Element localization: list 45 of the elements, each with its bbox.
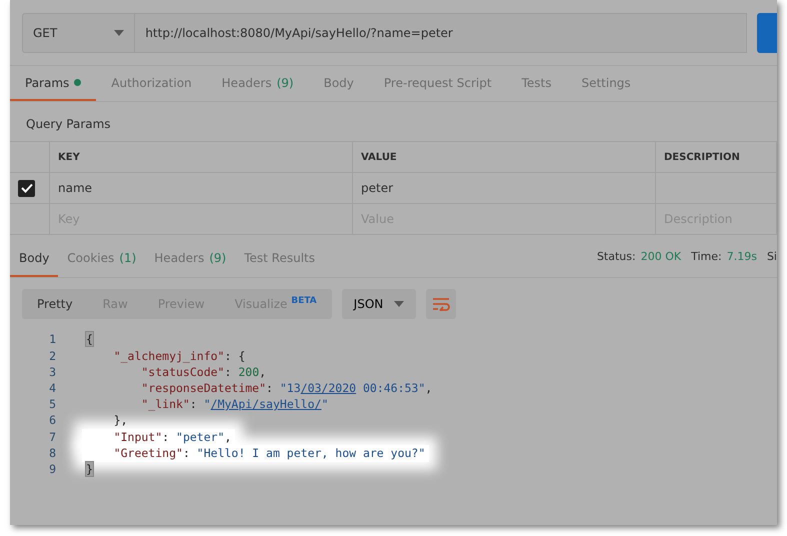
wrap-lines-button[interactable] xyxy=(426,289,456,319)
line-number: 7 xyxy=(48,428,56,446)
line-number: 2 xyxy=(48,348,56,365)
status-value: 7.19s xyxy=(726,249,757,265)
status-label: Time: xyxy=(691,249,722,265)
tab[interactable]: Test Results xyxy=(235,241,324,277)
caret-icon xyxy=(394,301,404,307)
format-dropdown[interactable]: JSON xyxy=(342,289,416,319)
method-dropdown[interactable]: GET xyxy=(22,13,134,53)
tab[interactable]: Headers (9) xyxy=(145,241,236,277)
tab[interactable]: Cookies (1) xyxy=(58,241,146,277)
column-header: VALUE xyxy=(353,142,656,173)
line-number: 4 xyxy=(48,380,56,398)
status-label: Status: xyxy=(596,249,636,265)
url-field[interactable]: http://localhost:8080/MyApi/sayHello/?name=peter xyxy=(134,13,748,53)
table-cell: peter xyxy=(353,173,656,204)
tab[interactable]: Pre-request Script xyxy=(368,66,507,101)
code-line: "_alchemyj_info": { xyxy=(112,348,246,365)
line-number: 9 xyxy=(48,460,56,478)
tab[interactable]: Headers (9) xyxy=(206,66,309,101)
tab[interactable]: Body xyxy=(10,241,58,277)
line-number: 6 xyxy=(48,412,56,430)
checkbox[interactable] xyxy=(18,180,35,196)
line-number: 3 xyxy=(48,364,56,381)
caret-icon xyxy=(114,30,124,36)
tab[interactable]: Tests xyxy=(506,66,566,101)
column-header: KEY xyxy=(50,142,353,173)
table-cell: name xyxy=(50,173,353,204)
status-label: Si xyxy=(766,249,777,265)
column-header: DESCRIPTION xyxy=(656,142,777,173)
code-line: "_link": "/MyApi/sayHello/" xyxy=(140,396,330,414)
tab[interactable]: Authorization xyxy=(96,66,207,101)
tab[interactable]: Settings xyxy=(566,66,646,101)
wrap-icon xyxy=(432,297,450,311)
code-line: "statusCode": 200, xyxy=(140,364,268,381)
line-number: 1 xyxy=(48,331,56,348)
code-line: }, xyxy=(112,412,129,430)
view-mode-tab[interactable]: Pretty xyxy=(22,289,88,319)
section-title: Query Params xyxy=(25,116,112,133)
status-value: 200 OK xyxy=(640,249,682,265)
line-number: 5 xyxy=(48,396,56,414)
line-number: 8 xyxy=(48,444,56,462)
code-line: "responseDatetime": "13/03/2020 00:46:53", xyxy=(140,380,434,398)
tab[interactable]: Params xyxy=(10,66,96,101)
tab[interactable]: Body xyxy=(308,66,369,101)
